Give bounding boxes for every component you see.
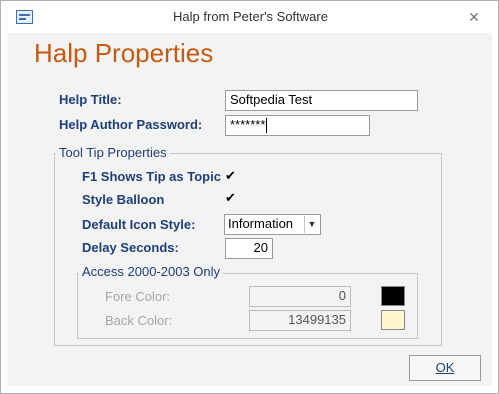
f1-shows-tip-label: F1 Shows Tip as Topic — [82, 169, 221, 184]
fore-color-swatch[interactable] — [381, 286, 405, 306]
help-title-label: Help Title: — [59, 92, 122, 107]
text-caret — [266, 118, 268, 134]
ok-button[interactable]: OK — [409, 355, 481, 381]
default-icon-style-value: Information — [228, 216, 294, 231]
dialog-client-area: Halp Properties Help Title: Softpedia Te… — [8, 33, 492, 386]
page-title: Halp Properties — [34, 38, 214, 68]
password-mask: ******* — [230, 117, 266, 132]
fore-color-label: Fore Color: — [105, 289, 171, 304]
chevron-down-icon[interactable]: ▼ — [304, 216, 319, 233]
access-2000-2003-group — [77, 273, 418, 339]
back-color-label: Back Color: — [105, 313, 173, 328]
delay-seconds-input[interactable]: 20 — [225, 238, 273, 259]
style-balloon-checkbox[interactable]: ✔ — [224, 191, 237, 204]
default-icon-style-select[interactable]: Information ▼ — [224, 214, 321, 235]
author-password-label: Help Author Password: — [59, 117, 203, 132]
window-title: Halp from Peter's Software — [173, 9, 328, 24]
title-bar[interactable]: Halp from Peter's Software ✕ — [1, 1, 498, 33]
delay-seconds-label: Delay Seconds: — [82, 240, 179, 255]
back-color-input[interactable]: 13499135 — [249, 310, 351, 331]
close-icon[interactable]: ✕ — [461, 6, 487, 28]
back-color-swatch[interactable] — [381, 310, 405, 330]
help-title-input[interactable]: Softpedia Test — [225, 90, 418, 111]
fore-color-input[interactable]: 0 — [249, 286, 351, 307]
default-icon-style-label: Default Icon Style: — [82, 217, 196, 232]
author-password-input[interactable]: ******* — [225, 115, 370, 136]
tooltip-properties-title: Tool Tip Properties — [56, 145, 170, 160]
style-balloon-label: Style Balloon — [82, 192, 165, 207]
f1-shows-tip-checkbox[interactable]: ✔ — [224, 169, 237, 182]
access-2000-2003-title: Access 2000-2003 Only — [79, 264, 224, 279]
dialog-window: Halp from Peter's Software ✕ Halp Proper… — [0, 0, 499, 394]
